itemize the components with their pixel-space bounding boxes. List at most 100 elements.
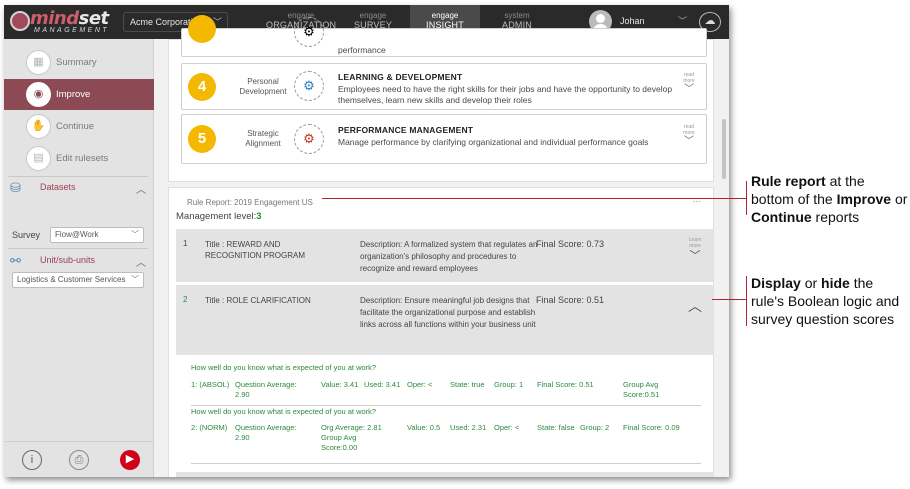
group-average-score: Group Avg Score:0.00 bbox=[321, 433, 358, 452]
rule-collapse-button[interactable]: ︿ bbox=[683, 298, 707, 314]
logo-subtitle: MANAGEMENT bbox=[34, 27, 110, 34]
callout-toggle-logic: Display or hide the rule's Boolean logic… bbox=[751, 274, 910, 328]
improve-icon: ◉ bbox=[26, 82, 51, 107]
sidebar-item-improve[interactable]: ◉ Improve bbox=[4, 79, 154, 110]
logo-mind: mind bbox=[30, 8, 79, 29]
divider bbox=[8, 248, 148, 249]
continue-icon: ✋ bbox=[26, 114, 51, 139]
units-select-value: Logistics & Customer Services bbox=[17, 275, 126, 284]
tab-small-label: system bbox=[504, 11, 530, 20]
chevron-down-icon: ﹀ bbox=[684, 84, 694, 95]
database-icon: ⛁ bbox=[10, 180, 21, 195]
item-category: Strategic Alignment bbox=[245, 129, 281, 148]
item-title: LEARNING & DEVELOPMENT bbox=[338, 72, 463, 82]
question-group: Group: 1 bbox=[494, 380, 524, 389]
sidebar-footer: i ⎙ ▶ bbox=[4, 441, 154, 477]
question-final-score: Final Score: 0.51 bbox=[537, 380, 594, 389]
callout-emphasis: Rule report bbox=[751, 173, 826, 189]
question-used: Used: 2.31 bbox=[450, 423, 487, 432]
callout-text: reports bbox=[811, 209, 860, 225]
item-number-badge: 5 bbox=[188, 125, 216, 153]
improvement-areas-card: ⚙ performance 4 Personal Development ⚙ L… bbox=[168, 15, 714, 182]
question-id: 2: (NORM) bbox=[191, 423, 228, 432]
callout-text: or bbox=[800, 275, 822, 291]
question-average: Question Average: 2.90 bbox=[235, 423, 297, 442]
print-icon[interactable]: ⎙ bbox=[69, 450, 89, 470]
strategic-alignment-icon: ⚙ bbox=[294, 124, 324, 154]
item-number-badge: 4 bbox=[188, 73, 216, 101]
sidebar-item-summary[interactable]: ▦ Summary bbox=[4, 47, 154, 78]
scrollbar[interactable] bbox=[721, 39, 729, 477]
divider bbox=[191, 405, 701, 406]
read-more-button[interactable]: read more ﹀ bbox=[678, 124, 700, 147]
sidebar: ▦ Summary ◉ Improve ✋ Continue ▤ Edit ru… bbox=[4, 39, 154, 477]
user-name[interactable]: Johan bbox=[620, 16, 645, 26]
rule-row[interactable] bbox=[176, 472, 713, 477]
callout-emphasis: Display bbox=[751, 275, 801, 291]
org-units-icon: ⚯ bbox=[10, 253, 21, 268]
tab-small-label: engage bbox=[359, 11, 387, 20]
callout-emphasis: Improve bbox=[836, 191, 892, 207]
sidebar-item-continue[interactable]: ✋ Continue bbox=[4, 111, 154, 142]
logo-badge-icon bbox=[10, 11, 30, 31]
item-description: Employees need to have the right skills … bbox=[338, 84, 673, 105]
youtube-icon[interactable]: ▶ bbox=[120, 450, 140, 470]
learn-more-label: Learn more bbox=[688, 237, 702, 249]
callout-text: or bbox=[891, 191, 908, 207]
question-state: State: true bbox=[450, 380, 485, 389]
rule-expand-button[interactable]: Learn more ﹀ bbox=[683, 237, 707, 262]
chevron-down-icon: ﹀ bbox=[689, 250, 701, 262]
question-id: 1: (ABSOL) bbox=[191, 380, 230, 389]
units-select[interactable]: Logistics & Customer Services ﹀ bbox=[12, 272, 144, 288]
rule-row[interactable]: 1 Title : REWARD AND RECOGNITION PROGRAM… bbox=[176, 229, 713, 282]
user-menu-chevron-icon[interactable]: ﹀ bbox=[678, 14, 687, 27]
sidebar-item-edit-rulesets[interactable]: ▤ Edit rulesets bbox=[4, 143, 154, 174]
mindset-logo[interactable]: mindset MANAGEMENT bbox=[10, 8, 120, 37]
chevron-down-icon: ﹀ bbox=[131, 230, 139, 239]
divider bbox=[8, 176, 148, 177]
item-title: PERFORMANCE MANAGEMENT bbox=[338, 125, 474, 135]
rule-description: Description: A formalized system that re… bbox=[360, 240, 538, 273]
item-number-badge bbox=[188, 15, 216, 43]
chevron-down-icon: ﹀ bbox=[131, 275, 139, 284]
chevron-down-icon: ﹀ bbox=[684, 136, 694, 147]
callout-line-rule-report bbox=[322, 198, 746, 199]
report-menu-button[interactable]: ... bbox=[693, 194, 701, 205]
question-score-row: 1: (ABSOL) Question Average: 2.90 Value:… bbox=[191, 380, 701, 404]
rule-title: Title : REWARD AND RECOGNITION PROGRAM bbox=[205, 240, 306, 260]
management-level: Management level:3 bbox=[176, 211, 262, 222]
read-more-label: read more bbox=[683, 72, 695, 84]
survey-select[interactable]: Flow@Work ﹀ bbox=[50, 227, 144, 243]
question-average: Question Average: 2.90 bbox=[235, 380, 297, 399]
question-final-score: Final Score: 0.09 bbox=[623, 423, 680, 432]
question-text: How well do you know what is expected of… bbox=[191, 363, 377, 372]
survey-select-value: Flow@Work bbox=[55, 230, 99, 239]
rule-row-expanded[interactable]: 2 Title : ROLE CLARIFICATION Description… bbox=[176, 285, 713, 355]
rule-report-card: Rule Report: 2019 Engagement US ... Mana… bbox=[168, 187, 714, 477]
info-icon[interactable]: i bbox=[22, 450, 42, 470]
list-item: 4 Personal Development ⚙ LEARNING & DEVE… bbox=[181, 63, 707, 110]
question-operator: Oper: < bbox=[494, 423, 520, 432]
rule-number: 1 bbox=[183, 239, 188, 248]
read-more-label: read more bbox=[683, 124, 695, 136]
scrollbar-thumb[interactable] bbox=[722, 119, 726, 179]
collapse-icon[interactable]: ︿ bbox=[136, 254, 146, 269]
divider bbox=[191, 463, 701, 464]
read-more-button[interactable]: read more ﹀ bbox=[678, 72, 700, 95]
callout-bracket-toggle bbox=[746, 276, 747, 326]
callout-emphasis: Continue bbox=[751, 209, 812, 225]
question-value: Value: 0.5 bbox=[407, 423, 441, 432]
edit-rulesets-icon: ▤ bbox=[26, 146, 51, 171]
units-heading: Unit/sub-units bbox=[40, 255, 96, 265]
personal-development-icon: ⚙ bbox=[294, 71, 324, 101]
question-used: Used: 3.41 bbox=[364, 380, 401, 389]
datasets-heading: Datasets bbox=[40, 182, 76, 192]
list-item: 5 Strategic Alignment ⚙ PERFORMANCE MANA… bbox=[181, 114, 707, 164]
performance-icon: ⚙ bbox=[294, 17, 324, 47]
collapse-icon[interactable]: ︿ bbox=[136, 181, 146, 196]
chevron-up-icon: ︿ bbox=[688, 298, 702, 314]
rule-final-score: Final Score: 0.73 bbox=[536, 239, 605, 249]
item-category: Personal Development bbox=[239, 77, 287, 96]
callout-rule-report: Rule report at the bottom of the Improve… bbox=[751, 172, 910, 226]
question-value: Value: 3.41 bbox=[321, 380, 359, 389]
